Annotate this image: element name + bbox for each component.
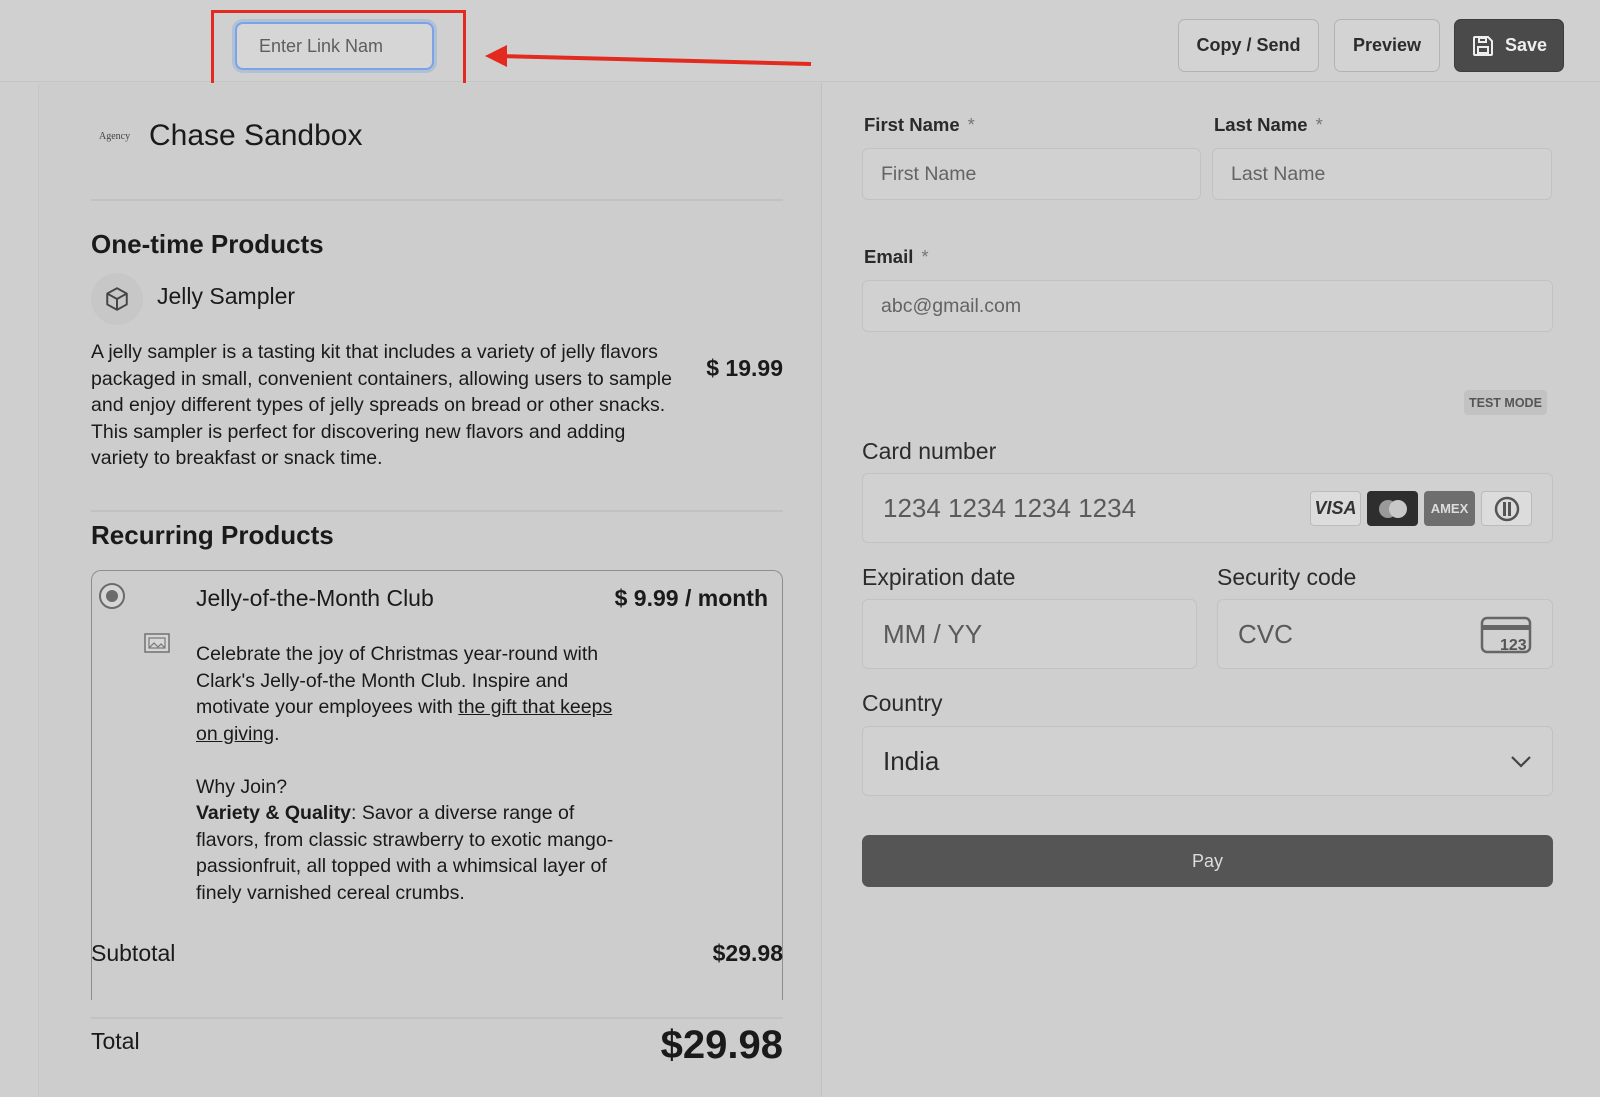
copy-send-button[interactable]: Copy / Send [1178,19,1319,72]
expiration-placeholder: MM / YY [883,618,983,649]
last-name-input[interactable] [1212,148,1552,200]
country-label: Country [862,690,943,716]
test-mode-badge: TEST MODE [1464,390,1547,415]
amex-icon: AMEX [1424,491,1475,526]
subtotal-value: $29.98 [712,940,783,966]
total-value: $29.98 [660,1023,783,1067]
save-button-label: Save [1504,35,1548,55]
product-icon-circle [91,273,143,325]
card-number-input[interactable]: 1234 1234 1234 1234 VISA AMEX [862,473,1553,543]
first-name-label-text: First Name [864,114,960,135]
email-label: Email * [864,246,929,268]
email-label-text: Email [864,246,914,267]
order-summary-panel: Agency Chase Sandbox One-time Products J… [38,83,822,1097]
brand-logo: Agency [99,130,131,142]
one-time-product-price: $ 19.99 [706,355,783,381]
country-selected-value: India [883,745,940,776]
divider [91,199,783,201]
required-mark: * [967,114,975,135]
mastercard-icon [1367,491,1418,526]
required-mark: * [921,246,929,267]
one-time-product-description: A jelly sampler is a tasting kit that in… [91,341,672,469]
one-time-products-title: One-time Products [91,229,324,259]
last-name-label-text: Last Name [1214,114,1308,135]
security-code-label: Security code [1217,564,1357,590]
first-name-input[interactable] [862,148,1201,200]
recurring-product-description: Celebrate the joy of Christmas year-roun… [196,641,616,906]
link-name-input[interactable] [235,22,434,70]
pay-button[interactable]: Pay [862,835,1553,887]
one-time-product-name: Jelly Sampler [157,283,296,309]
svg-text:123: 123 [1500,637,1527,654]
card-number-placeholder: 1234 1234 1234 1234 [883,492,1137,523]
last-name-label: Last Name * [1214,114,1323,136]
cvc-placeholder: CVC [1238,618,1293,649]
annotation-arrow-icon [485,45,812,67]
brand-header: Agency Chase Sandbox [99,119,363,153]
image-placeholder-icon [144,633,170,653]
why-join-text: Why Join? [196,775,288,798]
visa-icon: VISA [1310,491,1361,526]
brand-name: Chase Sandbox [149,119,363,152]
total-label: Total [91,1028,140,1054]
required-mark: * [1315,114,1323,135]
chevron-down-icon [1511,756,1531,768]
recurring-product-radio[interactable] [99,583,125,609]
recurring-product-price: $ 9.99 / month [614,585,768,611]
diners-icon [1481,491,1532,526]
variety-heading: Variety & Quality [196,802,351,824]
subtotal-label: Subtotal [91,940,176,966]
country-select[interactable]: India [862,726,1553,796]
save-icon [1472,35,1493,56]
save-button[interactable]: Save [1454,19,1564,72]
expiration-label: Expiration date [862,564,1016,590]
card-number-label: Card number [862,438,997,464]
card-brand-icons: VISA AMEX [1310,491,1532,526]
security-code-input[interactable]: CVC 123 [1217,599,1553,669]
first-name-label: First Name * [864,114,975,136]
box-icon [106,287,128,311]
divider [91,1017,783,1019]
cvc-card-icon: 123 [1480,616,1532,654]
recurring-product-card[interactable]: Jelly-of-the-Month Club $ 9.99 / month C… [91,570,783,1000]
divider [91,510,783,512]
preview-button[interactable]: Preview [1334,19,1440,72]
expiration-input[interactable]: MM / YY [862,599,1197,669]
recurring-products-title: Recurring Products [91,520,334,550]
email-input[interactable] [862,280,1553,332]
description-text: . [274,722,280,745]
recurring-product-name: Jelly-of-the-Month Club [196,585,434,611]
